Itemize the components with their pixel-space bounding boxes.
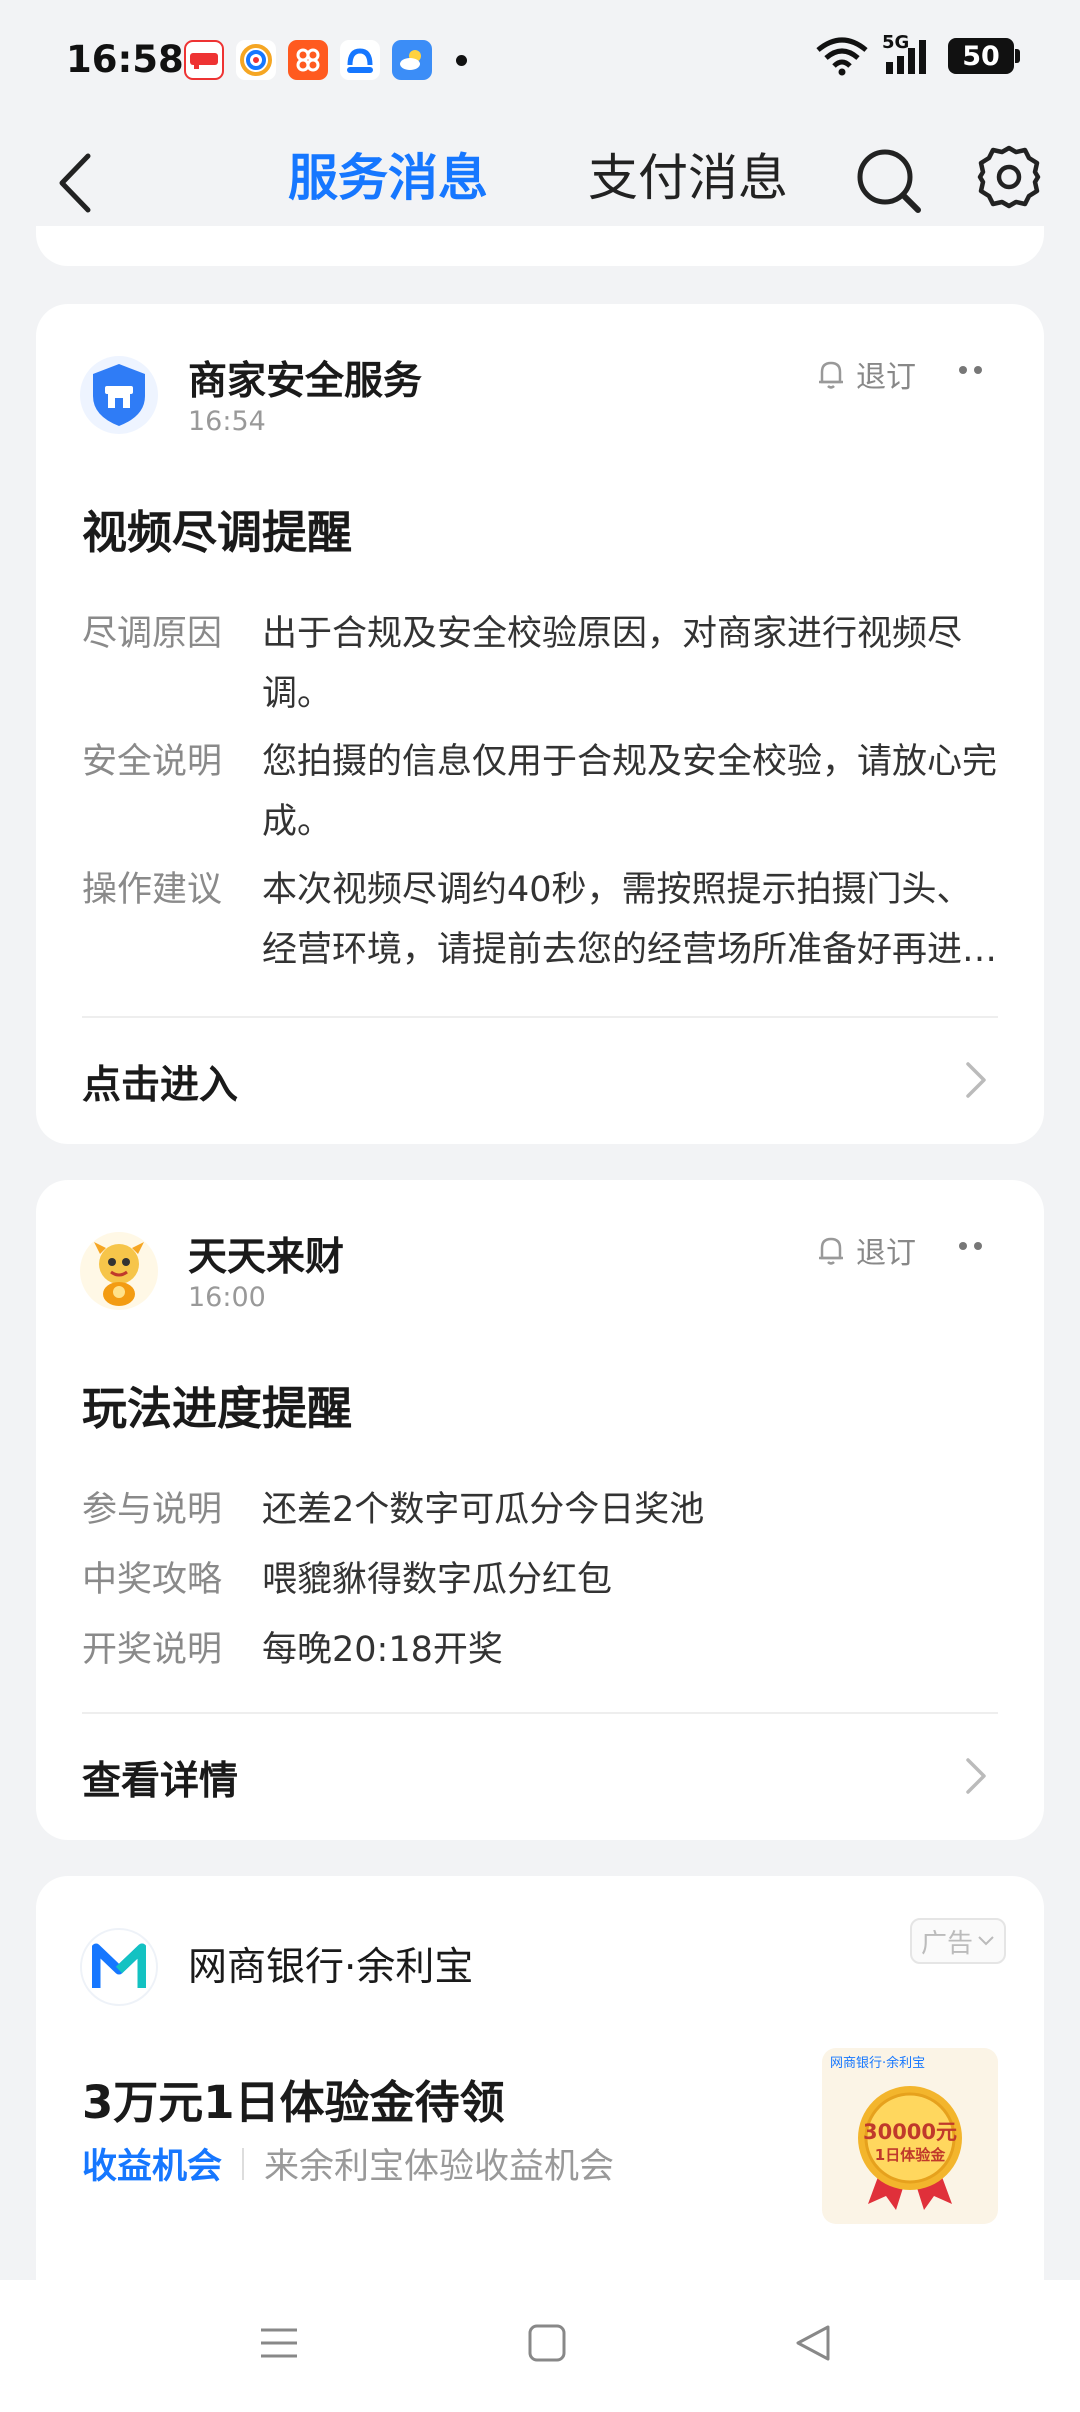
chevron-left-icon <box>59 153 91 213</box>
unsubscribe-button[interactable]: 退订 <box>816 352 916 396</box>
system-nav-bar <box>0 2280 1080 2412</box>
triangle-back-icon <box>796 2325 830 2361</box>
divider <box>82 1712 998 1714</box>
status-bar: 16:58 5G 50 <box>0 0 1080 120</box>
search-button[interactable] <box>852 144 924 220</box>
ad-image-amount: 30000元 <box>862 2120 958 2144</box>
info-key: 安全说明 <box>82 742 223 782</box>
info-row: 参与说明 还差2个数字可瓜分今日奖池 <box>82 1480 1002 1540</box>
chevron-right-icon <box>966 1758 986 1794</box>
message-time: 16:00 <box>188 1282 266 1313</box>
separator <box>242 2147 245 2180</box>
more-notifications-dot <box>456 54 467 66</box>
more-dot <box>959 1242 967 1250</box>
ad-label-button[interactable]: 广告 <box>910 1918 1006 1964</box>
info-value: 还差2个数字可瓜分今日奖池 <box>262 1490 705 1530</box>
unsubscribe-label: 退订 <box>856 360 916 395</box>
signal-indicator: 5G <box>882 32 934 76</box>
unsubscribe-button[interactable]: 退订 <box>816 1228 916 1272</box>
tiantian-laicai-logo <box>80 1232 158 1310</box>
status-time: 16:58 <box>66 38 184 81</box>
info-key: 参与说明 <box>82 1490 223 1530</box>
info-value: 喂貔貅得数字瓜分红包 <box>262 1560 613 1600</box>
battery-level: 50 <box>962 40 1000 72</box>
info-value: 每晚20:18开奖 <box>262 1630 503 1670</box>
ad-image[interactable]: 网商银行·余利宝 30000元 1日体验金 <box>822 2048 998 2224</box>
settings-button[interactable] <box>976 144 1042 214</box>
info-row: 操作建议 本次视频尽调约40秒，需按照提示拍摄门头、经营环境，请提前去您的经营场… <box>82 860 1002 980</box>
square-icon <box>528 2324 566 2362</box>
menu-icon <box>261 2328 297 2358</box>
more-dot <box>974 1242 982 1250</box>
message-title: 玩法进度提醒 <box>82 1382 353 1435</box>
ad-label: 广告 <box>920 1928 973 1959</box>
info-row: 尽调原因 出于合规及安全校验原因，对商家进行视频尽调。 <box>82 604 1002 724</box>
tab-service-messages[interactable]: 服务消息 <box>288 138 488 210</box>
tab-payment-messages[interactable]: 支付消息 <box>588 138 788 210</box>
more-dot <box>974 366 982 374</box>
info-value: 您拍摄的信息仅用于合规及安全校验，请放心完成。 <box>262 742 998 842</box>
signal-icon <box>886 40 926 74</box>
info-key: 尽调原因 <box>82 614 223 654</box>
mybank-logo <box>80 1928 158 2006</box>
orange-app-icon <box>288 40 328 80</box>
ad-image-caption: 1日体验金 <box>874 2146 946 2164</box>
info-value: 本次视频尽调约40秒，需按照提示拍摄门头、经营环境，请提前去您的经营场所准备好再… <box>262 870 998 970</box>
search-icon <box>857 149 921 213</box>
yunshanfu-app-icon <box>184 40 224 80</box>
bell-icon <box>819 361 843 389</box>
info-row: 开奖说明 每晚20:18开奖 <box>82 1620 1002 1680</box>
view-details-link[interactable]: 查看详情 <box>82 1750 238 1806</box>
back-nav-button[interactable] <box>792 2322 834 2368</box>
chevron-right-icon <box>966 1062 986 1098</box>
ad-card-yulibao[interactable]: 网商银行·余利宝 广告 3万元1日体验金待领 收益机会 来余利宝体验收益机会 网… <box>36 1876 1044 2336</box>
info-key: 中奖攻略 <box>82 1560 223 1600</box>
chevron-down-icon <box>978 1936 994 1946</box>
message-card-tiantian-laicai[interactable]: 天天来财 16:00 退订 玩法进度提醒 参与说明 还差2个数字可瓜分今日奖池 … <box>36 1180 1044 1840</box>
message-card-merchant-security[interactable]: 商家安全服务 16:54 退订 视频尽调提醒 尽调原因 出于合规及安全校验原因，… <box>36 304 1044 1144</box>
more-dot <box>959 366 967 374</box>
back-button[interactable] <box>50 148 100 222</box>
ad-subtitle: 收益机会 来余利宝体验收益机会 <box>82 2138 614 2189</box>
blue-app-icon <box>340 40 380 80</box>
info-value: 出于合规及安全校验原因，对商家进行视频尽调。 <box>262 614 963 714</box>
sender-name: 网商银行·余利宝 <box>188 1945 474 1990</box>
system-status: 5G 50 <box>816 32 1020 76</box>
previous-card-edge <box>36 226 1044 266</box>
ad-description: 来余利宝体验收益机会 <box>264 2147 615 2187</box>
info-row: 中奖攻略 喂貔貅得数字瓜分红包 <box>82 1550 1002 1610</box>
info-row: 安全说明 您拍摄的信息仅用于合规及安全校验，请放心完成。 <box>82 732 1002 852</box>
wifi-icon <box>816 37 868 76</box>
message-time: 16:54 <box>188 406 266 437</box>
ad-tag: 收益机会 <box>82 2147 223 2187</box>
more-options-button[interactable] <box>959 1242 982 1250</box>
unsubscribe-label: 退订 <box>856 1236 916 1271</box>
more-options-button[interactable] <box>959 366 982 374</box>
divider <box>82 1016 998 1018</box>
bell-icon <box>819 1237 843 1265</box>
recent-apps-button[interactable] <box>258 2322 300 2368</box>
message-title: 视频尽调提醒 <box>82 506 353 559</box>
home-button[interactable] <box>526 2322 568 2368</box>
weather-app-icon <box>392 40 432 80</box>
gear-icon <box>977 145 1041 209</box>
sender-name: 天天来财 <box>188 1235 345 1280</box>
enter-action-link[interactable]: 点击进入 <box>82 1054 238 1110</box>
ad-title: 3万元1日体验金待领 <box>82 2076 505 2129</box>
notification-icons <box>184 40 467 80</box>
sender-name: 商家安全服务 <box>188 359 423 404</box>
info-key: 操作建议 <box>82 870 223 910</box>
circle-app-icon <box>236 40 276 80</box>
battery-indicator: 50 <box>948 38 1020 74</box>
merchant-security-logo <box>80 356 158 434</box>
info-key: 开奖说明 <box>82 1630 223 1670</box>
